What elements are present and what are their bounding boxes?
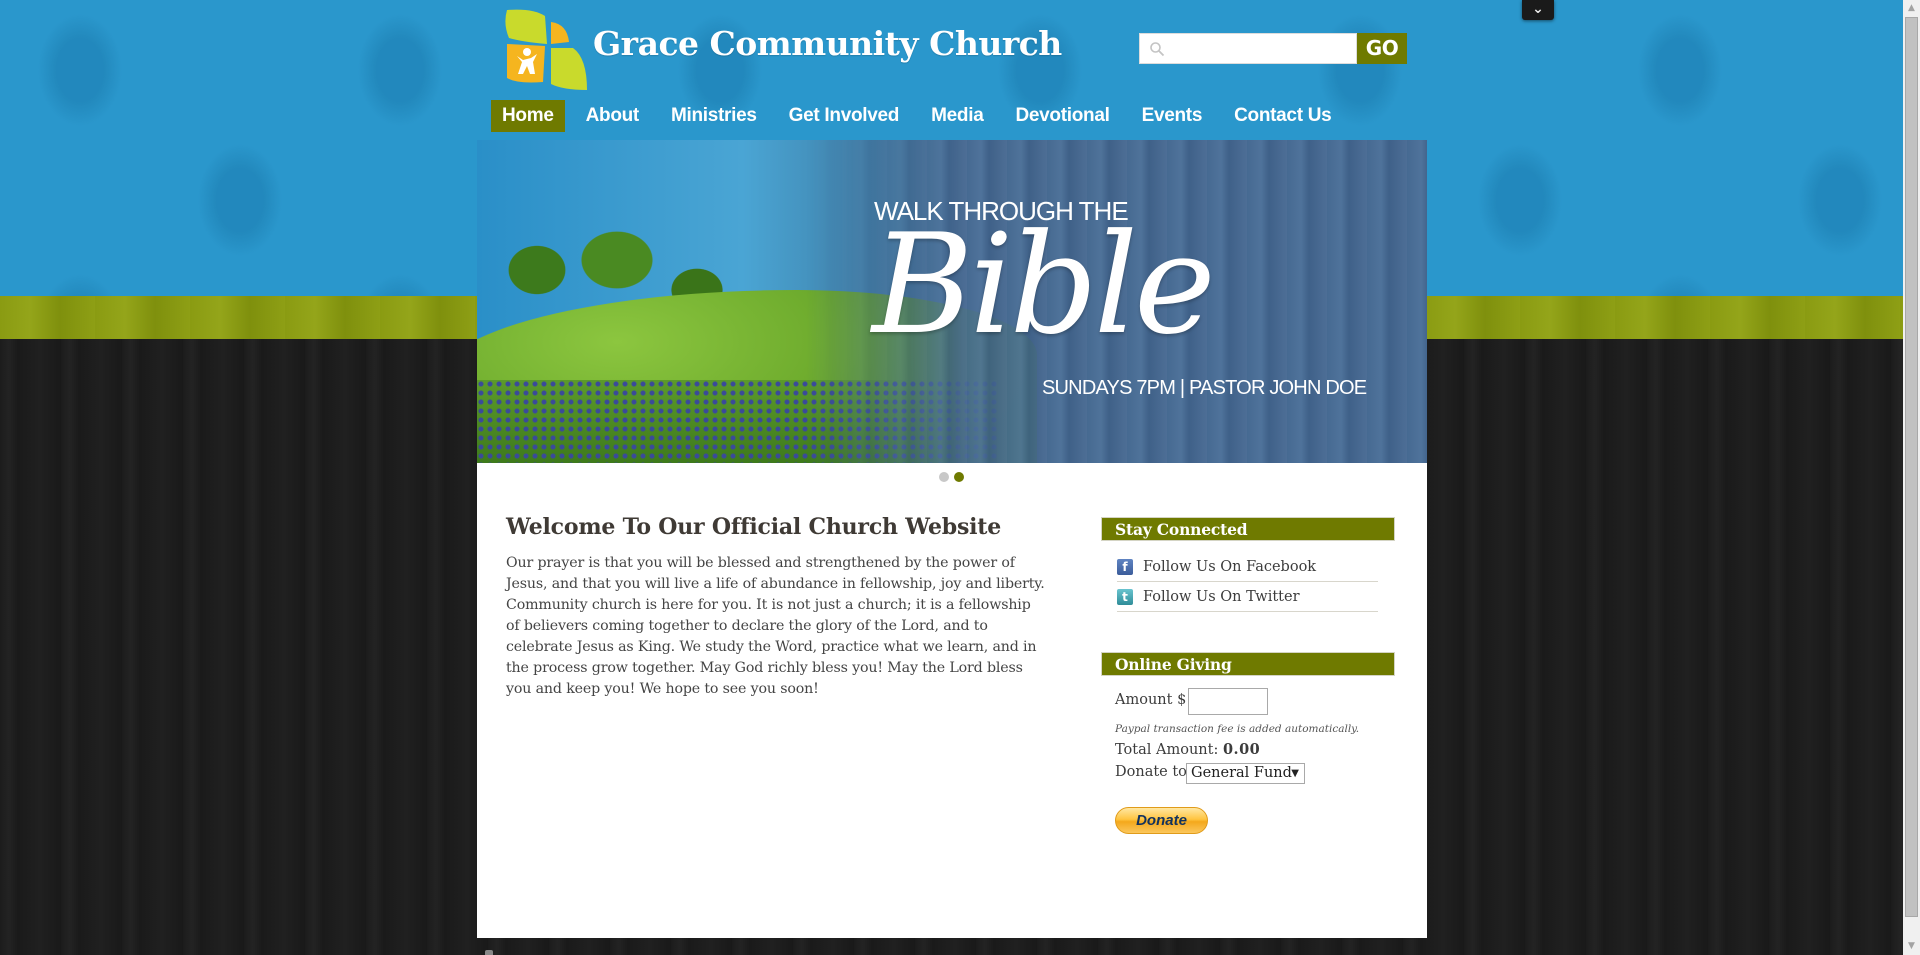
panel-toggle-button[interactable]: ⌄ — [1522, 0, 1554, 20]
scrollbar-thumb[interactable] — [1905, 17, 1918, 917]
slider-dot-2[interactable] — [954, 472, 964, 482]
search-input[interactable] — [1170, 36, 1354, 61]
total-amount-row: Total Amount: 0.00 — [1115, 741, 1260, 758]
donate-to-label: Donate to — [1115, 764, 1187, 780]
twitter-icon: t — [1117, 588, 1133, 605]
slider-dot-1[interactable] — [939, 472, 949, 482]
facebook-icon: f — [1117, 558, 1133, 575]
nav-item-get-involved[interactable]: Get Involved — [778, 100, 910, 132]
nav-item-home[interactable]: Home — [491, 100, 565, 132]
slide-subtitle: SUNDAYS 7PM | PASTOR JOHN DOE — [1042, 377, 1367, 399]
nav-item-about[interactable]: About — [575, 100, 650, 132]
main-nav: Home About Ministries Get Involved Media… — [491, 100, 1352, 132]
twitter-link-label: Follow Us On Twitter — [1143, 588, 1300, 605]
nav-item-contact-us[interactable]: Contact Us — [1223, 100, 1342, 132]
slide-title: Bible — [872, 204, 1216, 365]
slider-pagination — [939, 472, 964, 482]
amount-label: Amount $ — [1115, 692, 1187, 708]
twitter-link[interactable]: t Follow Us On Twitter — [1117, 582, 1378, 612]
social-links-list: f Follow Us On Facebook t Follow Us On T… — [1117, 552, 1378, 612]
site-title[interactable]: Grace Community Church — [593, 24, 1062, 63]
nav-item-media[interactable]: Media — [920, 100, 994, 132]
facebook-link-label: Follow Us On Facebook — [1143, 558, 1317, 575]
scroll-down-icon[interactable]: ▼ — [1903, 938, 1920, 955]
content-container: WALK THROUGH THE Bible SUNDAYS 7PM | PAS… — [477, 140, 1427, 938]
total-amount-label: Total Amount: — [1115, 742, 1219, 758]
scroll-up-icon[interactable]: ▲ — [1903, 0, 1920, 17]
stay-connected-heading: Stay Connected — [1101, 517, 1395, 541]
search-box — [1139, 33, 1357, 64]
total-amount-value: 0.00 — [1222, 741, 1261, 758]
church-logo-icon[interactable] — [503, 8, 589, 90]
welcome-title: Welcome To Our Official Church Website — [506, 514, 1002, 540]
dropdown-arrow-icon: ▼ — [1291, 768, 1299, 779]
nav-item-devotional[interactable]: Devotional — [1004, 100, 1120, 132]
search-icon — [1150, 42, 1165, 57]
chevron-down-icon: ⌄ — [1532, 1, 1544, 17]
footer-home-icon — [485, 950, 493, 955]
welcome-body: Our prayer is that you will be blessed a… — [506, 555, 1045, 697]
donate-to-selected: General Fund — [1191, 765, 1292, 781]
search-go-button[interactable]: GO — [1357, 33, 1407, 64]
online-giving-heading: Online Giving — [1101, 652, 1395, 676]
paypal-fee-note: Paypal transaction fee is added automati… — [1115, 723, 1360, 735]
nav-item-events[interactable]: Events — [1131, 100, 1214, 132]
vertical-scrollbar[interactable]: ▲ ▼ — [1903, 0, 1920, 955]
amount-input[interactable] — [1188, 688, 1268, 715]
donate-button[interactable]: Donate — [1115, 807, 1208, 834]
hero-slider[interactable]: WALK THROUGH THE Bible SUNDAYS 7PM | PAS… — [477, 140, 1427, 463]
nav-item-ministries[interactable]: Ministries — [660, 100, 768, 132]
donate-to-select[interactable]: General Fund ▼ — [1186, 763, 1305, 784]
facebook-link[interactable]: f Follow Us On Facebook — [1117, 552, 1378, 582]
